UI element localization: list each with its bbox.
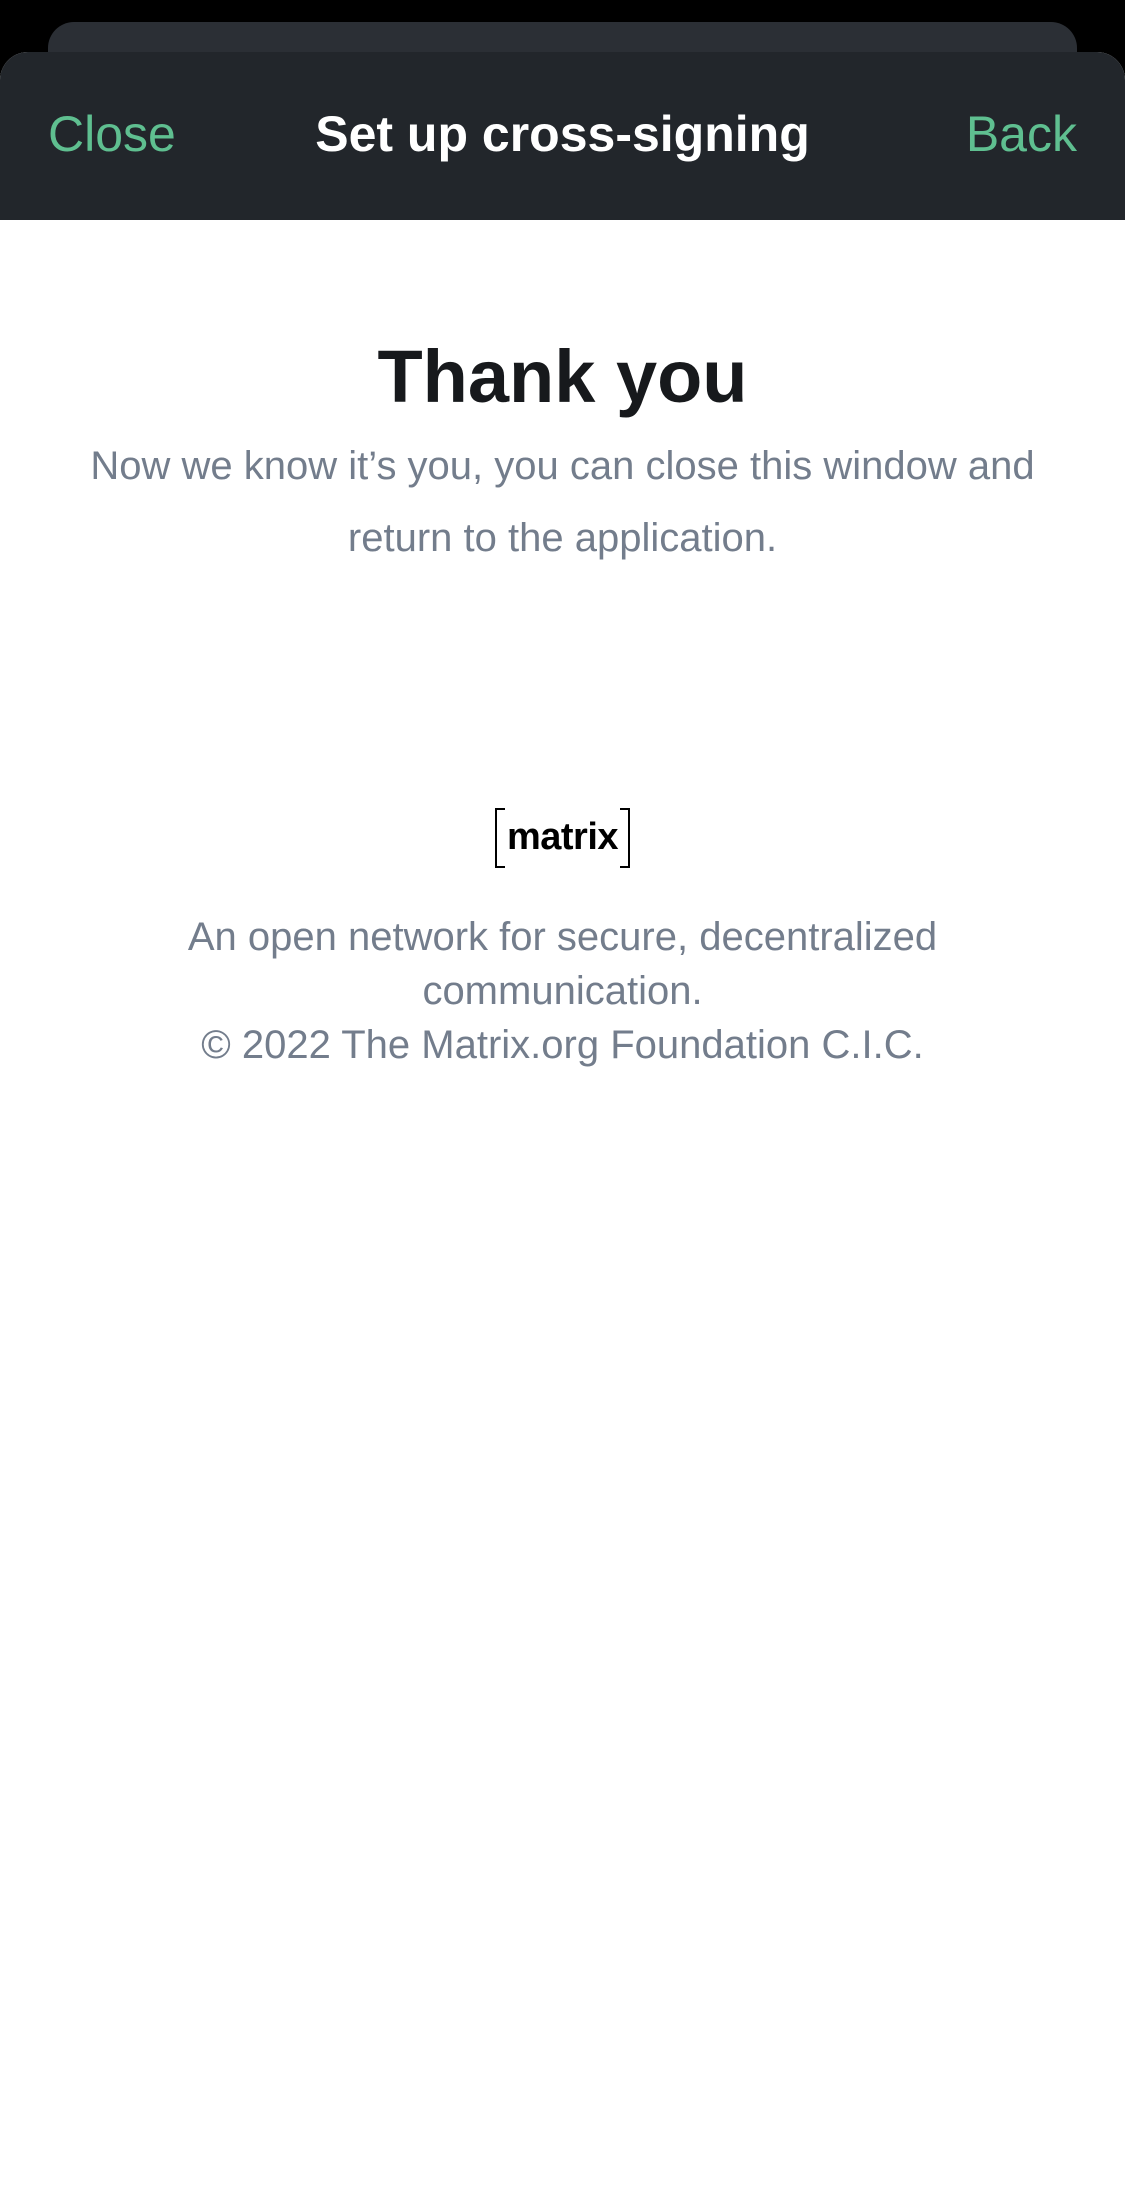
confirmation-message: Now we know it’s you, you can close this… — [90, 444, 1035, 560]
footer-tagline: An open network for secure, decentralize… — [187, 915, 938, 1013]
logo-wordmark: matrix — [494, 808, 631, 868]
footer: An open network for secure, decentralize… — [120, 910, 1005, 1072]
matrix-logo: matrix — [0, 808, 1125, 868]
footer-copyright: © 2022 The Matrix.org Foundation C.I.C. — [201, 1023, 924, 1067]
modal-sheet: Close Set up cross-signing Back Thank yo… — [0, 52, 1125, 2205]
navigation-bar: Close Set up cross-signing Back — [0, 52, 1125, 220]
nav-title: Set up cross-signing — [315, 106, 810, 162]
back-button[interactable]: Back — [966, 104, 1077, 164]
page-heading: Thank you — [377, 335, 748, 418]
